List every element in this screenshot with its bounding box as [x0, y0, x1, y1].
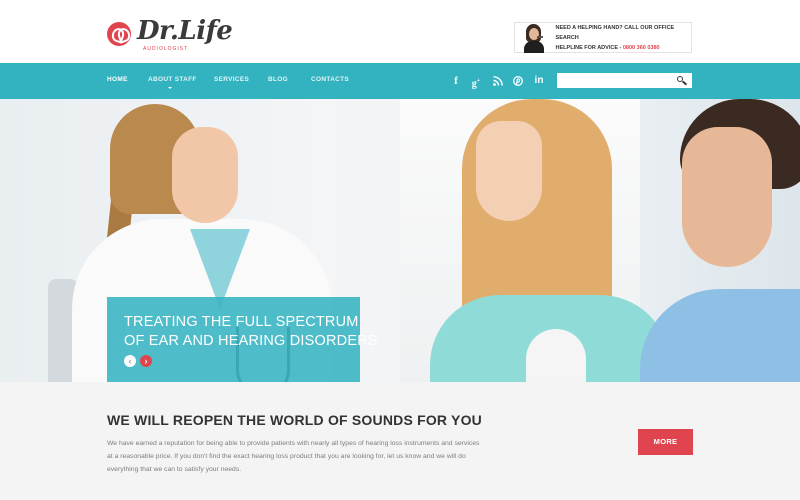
slider-prev-arrow-icon[interactable]: ‹: [124, 355, 136, 367]
helpline-text: NEED A HELPING HAND? CALL OUR OFFICE SEA…: [556, 23, 691, 53]
logo-title: Dr.Life: [137, 16, 233, 46]
nav-item-services[interactable]: SERVICES: [214, 76, 249, 83]
intro-paragraph: We have earned a reputation for being ab…: [107, 437, 502, 476]
intro-text-line: everything that we can to satisfy your n…: [107, 466, 242, 473]
helpline-line-1: NEED A HELPING HAND? CALL OUR OFFICE SEA…: [555, 24, 675, 41]
nav-item-contacts[interactable]: CONTACTS: [311, 76, 349, 83]
facebook-icon[interactable]: f: [451, 73, 461, 89]
slider-next-arrow-icon[interactable]: ›: [140, 355, 152, 367]
intro-heading: WE WILL REOPEN THE WORLD OF SOUNDS FOR Y…: [107, 412, 482, 428]
more-button[interactable]: MORE: [638, 429, 693, 455]
intro-text-line: We have earned a reputation for being ab…: [107, 440, 480, 447]
search-icon[interactable]: [675, 74, 689, 87]
dropdown-caret-icon: [168, 87, 172, 89]
hero-caption-line-2: OF EAR AND HEARING DISORDERS: [124, 333, 378, 349]
hero-caption-line-1: TREATING THE FULL SPECTRUM: [124, 314, 359, 330]
linkedin-icon[interactable]: in: [532, 73, 546, 89]
helpline-phone: 0800 360 0380: [622, 44, 660, 51]
helpline-box: NEED A HELPING HAND? CALL OUR OFFICE SEA…: [514, 22, 692, 53]
support-agent-image: [521, 22, 546, 53]
pinterest-icon[interactable]: [512, 73, 524, 89]
search-input[interactable]: [557, 73, 692, 88]
logo-subtitle: AUDIOLOGIST: [143, 46, 189, 52]
logo-flower-icon: [107, 22, 131, 46]
helpline-label: HELPLINE FOR ADVICE -: [555, 44, 623, 51]
google-plus-icon[interactable]: g+: [469, 73, 483, 89]
hero-caption: TREATING THE FULL SPECTRUM OF EAR AND HE…: [107, 297, 378, 382]
site-logo[interactable]: Dr.Life AUDIOLOGIST: [107, 16, 233, 52]
intro-text-line: at a reasonable price. If you don't find…: [107, 453, 466, 460]
site-header: Dr.Life AUDIOLOGIST NEED A HELPING HAND?…: [0, 0, 800, 63]
nav-item-home[interactable]: HOME: [107, 76, 128, 83]
nav-item-blog[interactable]: BLOG: [268, 76, 288, 83]
rss-icon[interactable]: [492, 73, 504, 89]
nav-item-about-staff[interactable]: ABOUT STAFF: [148, 76, 197, 83]
